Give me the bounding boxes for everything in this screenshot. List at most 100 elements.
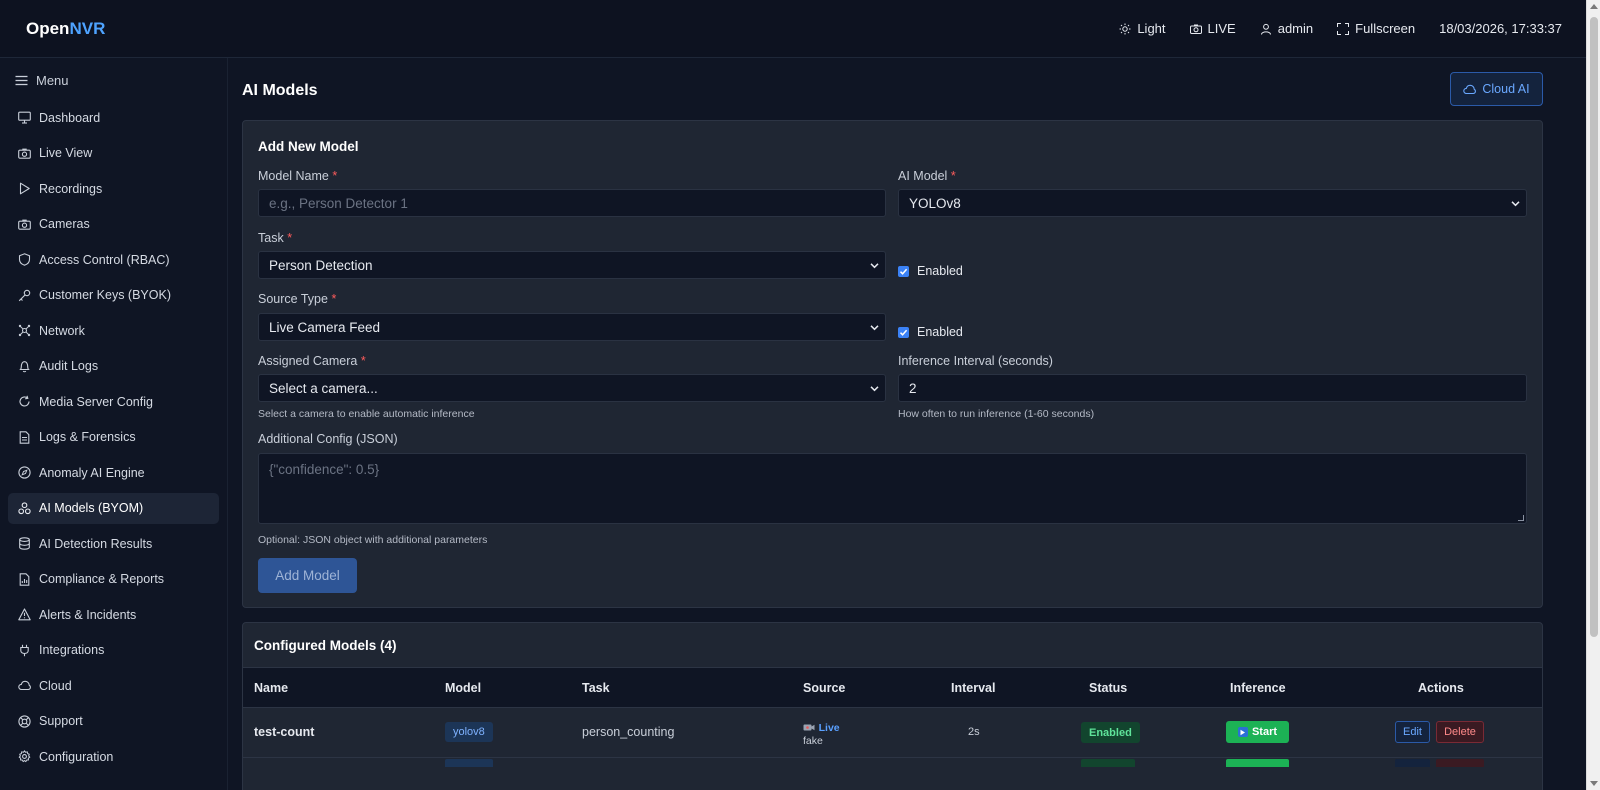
sidebar-item-alerts-incidents[interactable]: Alerts & Incidents — [8, 599, 219, 631]
edit-button[interactable]: Edit — [1395, 721, 1430, 743]
sidebar-item-audit-logs[interactable]: Audit Logs — [8, 351, 219, 383]
checkbox-checked[interactable] — [898, 265, 909, 277]
sidebar-item-label: Integrations — [39, 643, 105, 658]
sidebar-item-ai-models[interactable]: AI Models (BYOM) — [8, 492, 219, 524]
sidebar-item-configuration[interactable]: Configuration — [8, 741, 219, 773]
camera-icon — [18, 219, 31, 230]
fullscreen-button[interactable]: Fullscreen — [1337, 21, 1415, 36]
live-indicator-button[interactable]: LIVE — [1189, 21, 1236, 36]
compass-icon — [18, 466, 31, 479]
sidebar-item-label: Cameras — [39, 217, 90, 232]
model-name-cell: test-count — [254, 725, 315, 739]
sidebar-item-recordings[interactable]: Recordings — [8, 173, 219, 205]
column-header-inference: Inference — [1230, 681, 1286, 695]
task-value: Person Detection — [269, 257, 373, 273]
source-type-select[interactable]: Live Camera Feed — [258, 313, 886, 341]
cluster-icon — [18, 502, 31, 514]
enabled-checkbox-1[interactable]: Enabled — [898, 264, 963, 278]
sidebar-item-compliance-reports[interactable]: Compliance & Reports — [8, 564, 219, 596]
ai-model-label: AI Model * — [898, 169, 956, 183]
resize-handle[interactable] — [1518, 515, 1524, 521]
sidebar-item-support[interactable]: Support — [8, 706, 219, 738]
file-icon — [19, 431, 30, 444]
additional-config-textarea[interactable]: {"confidence": 0.5} — [258, 453, 1527, 524]
sidebar-item-logs-forensics[interactable]: Logs & Forensics — [8, 422, 219, 454]
column-header-status: Status — [1089, 681, 1128, 695]
next-row-edit-stub — [1395, 759, 1430, 767]
sidebar-item-access-control[interactable]: Access Control (RBAC) — [8, 244, 219, 276]
page-scrollbar[interactable] — [1586, 0, 1600, 790]
brand-accent: NVR — [69, 18, 106, 38]
sidebar-item-anomaly-ai-engine[interactable]: Anomaly AI Engine — [8, 457, 219, 489]
brand-prefix: Open — [26, 18, 70, 38]
sidebar-item-ai-detection-results[interactable]: AI Detection Results — [8, 528, 219, 560]
database-icon — [19, 537, 30, 551]
sidebar-item-label: Alerts & Incidents — [39, 607, 137, 622]
assigned-camera-value: Select a camera... — [269, 380, 378, 396]
sidebar-item-label: Dashboard — [39, 110, 101, 125]
user-menu-button[interactable]: admin — [1260, 21, 1313, 36]
check-icon — [899, 268, 908, 275]
username-label: admin — [1277, 21, 1314, 36]
chevron-down-icon — [1511, 201, 1520, 207]
brand-logo[interactable]: OpenNVR — [26, 19, 105, 39]
task-select[interactable]: Person Detection — [258, 251, 886, 279]
sidebar-item-customer-keys[interactable]: Customer Keys (BYOK) — [8, 280, 219, 312]
sidebar-item-label: Cloud — [39, 678, 72, 693]
network-icon — [18, 325, 31, 337]
model-name-input[interactable]: e.g., Person Detector 1 — [258, 189, 886, 217]
sidebar-item-label: Customer Keys (BYOK) — [39, 288, 171, 303]
column-header-source: Source — [803, 681, 846, 695]
monitor-icon — [18, 111, 31, 124]
theme-toggle-button[interactable]: Light — [1119, 21, 1166, 36]
scrollbar-thumb[interactable] — [1590, 17, 1598, 637]
enabled-label: Enabled — [917, 264, 963, 278]
delete-button[interactable]: Delete — [1436, 721, 1484, 743]
config-hint: Optional: JSON object with additional pa… — [258, 534, 488, 546]
hamburger-icon — [15, 75, 28, 85]
next-row-start-stub — [1226, 759, 1289, 767]
sidebar-item-label: Live View — [39, 146, 93, 161]
sidebar-item-label: AI Models (BYOM) — [39, 501, 144, 516]
sidebar-item-live-view[interactable]: Live View — [8, 138, 219, 170]
sidebar-item-network[interactable]: Network — [8, 315, 219, 347]
cloud-ai-button[interactable]: Cloud AI — [1450, 72, 1543, 106]
sidebar-item-integrations[interactable]: Integrations — [8, 635, 219, 667]
sidebar-item-media-server-config[interactable]: Media Server Config — [8, 386, 219, 418]
source-cell: Live fake — [803, 720, 840, 748]
form-title: Add New Model — [258, 139, 359, 154]
table-title: Configured Models (4) — [254, 638, 397, 653]
column-header-interval: Interval — [951, 681, 996, 695]
camera-icon — [1189, 24, 1202, 34]
play-icon — [19, 182, 30, 195]
datetime-display: 18/03/2026, 17:33:37 — [1439, 21, 1562, 36]
add-model-button[interactable]: Add Model — [258, 558, 357, 593]
add-model-form: Add New Model Model Name * e.g., Person … — [242, 120, 1543, 608]
menu-toggle[interactable]: Menu — [0, 58, 227, 102]
cloud-ai-label: Cloud AI — [1482, 82, 1530, 96]
play-icon — [1237, 727, 1248, 737]
enabled-label: Enabled — [917, 325, 963, 339]
scroll-up-arrow-icon[interactable] — [1590, 4, 1598, 9]
fullscreen-label: Fullscreen — [1355, 21, 1416, 36]
next-row-status-stub — [1081, 759, 1135, 767]
sidebar-item-cloud[interactable]: Cloud — [8, 670, 219, 702]
sidebar-item-dashboard[interactable]: Dashboard — [8, 102, 219, 134]
sidebar-item-label: Compliance & Reports — [39, 572, 165, 587]
sidebar-item-cameras[interactable]: Cameras — [8, 209, 219, 241]
start-inference-button[interactable]: Start — [1226, 721, 1289, 743]
scroll-down-arrow-icon[interactable] — [1590, 781, 1598, 786]
enabled-checkbox-2[interactable]: Enabled — [898, 325, 963, 339]
sidebar-item-label: Support — [39, 714, 83, 729]
config-placeholder: {"confidence": 0.5} — [269, 462, 380, 477]
additional-config-label: Additional Config (JSON) — [258, 432, 398, 446]
plug-icon — [20, 644, 29, 656]
source-type-label: Source Type * — [258, 292, 337, 306]
ai-model-select[interactable]: YOLOv8 — [898, 189, 1527, 217]
inference-interval-input[interactable]: 2 — [898, 374, 1527, 402]
checkbox-checked[interactable] — [898, 326, 909, 338]
cloud-icon — [1463, 84, 1477, 94]
assigned-camera-select[interactable]: Select a camera... — [258, 374, 886, 402]
chevron-down-icon — [870, 386, 879, 392]
table-header: Name Model Task Source Interval Status I… — [243, 667, 1542, 708]
